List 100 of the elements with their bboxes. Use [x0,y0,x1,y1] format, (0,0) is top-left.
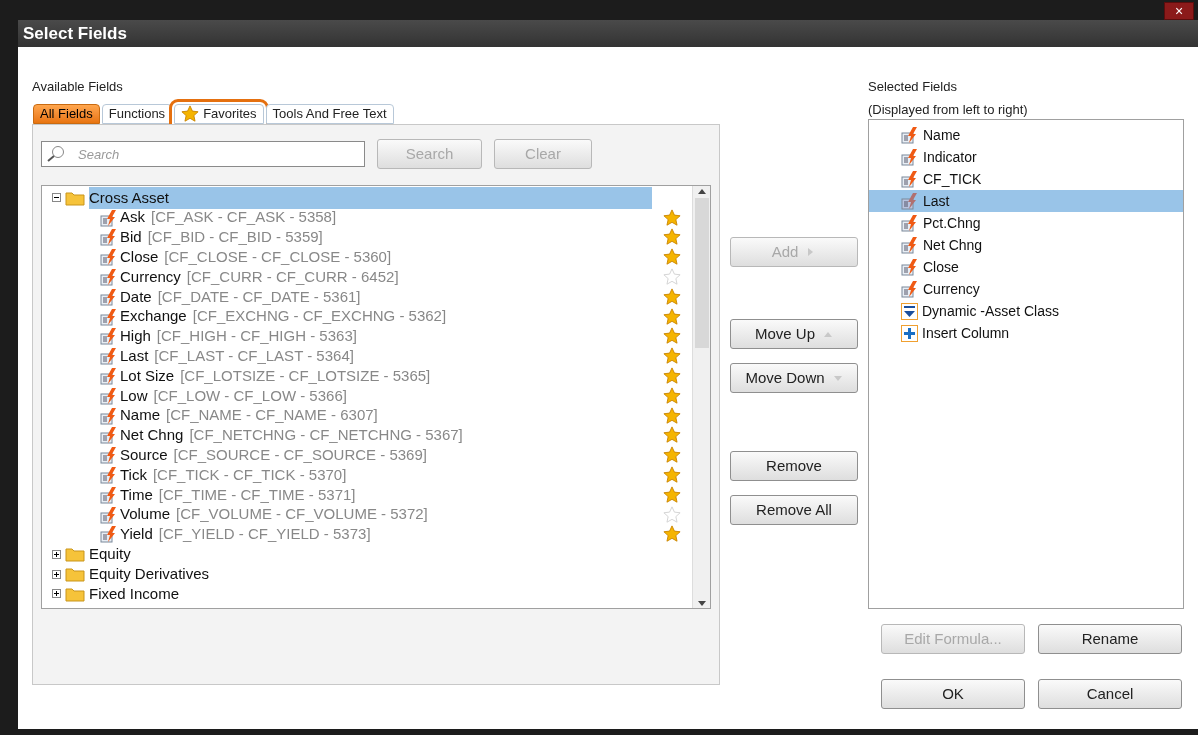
tree-item[interactable]: Bid [120,226,142,249]
field-code: [CF_ASK - CF_ASK - 5358] [151,207,337,228]
scrollbar[interactable] [692,186,710,608]
button[interactable]: Move Down [730,363,858,393]
collapse-icon[interactable] [52,193,61,203]
field-icon [100,268,118,287]
star-icon[interactable] [663,406,681,425]
field-icon [100,386,118,405]
field-icon [100,525,118,544]
button[interactable]: OK [881,679,1025,709]
search-icon [46,145,66,163]
star-icon[interactable] [663,287,681,306]
field-icon [100,505,118,524]
expand-icon[interactable] [52,549,61,559]
star-icon[interactable] [181,105,200,123]
list-item[interactable]: Insert Column [869,322,1183,344]
star-icon[interactable] [663,208,681,227]
list-item[interactable]: CF_TICK [869,168,1183,190]
list-item[interactable]: Name [869,124,1183,146]
field-icon [100,485,118,504]
star-icon[interactable] [663,347,681,366]
field-icon [901,192,919,210]
field-code: [CF_LOTSIZE - CF_LOTSIZE - 5365] [180,365,431,386]
field-icon [100,426,118,445]
expand-icon[interactable] [52,569,61,579]
scroll-down-icon [696,598,707,608]
field-icon [100,367,118,386]
star-icon[interactable] [663,386,681,405]
section-label: Available Fields [32,78,124,96]
field-icon [100,406,118,425]
list-item[interactable]: Close [869,256,1183,278]
star-icon[interactable] [663,446,681,465]
star-icon[interactable] [663,525,681,544]
field-icon [100,307,118,326]
field-icon [901,280,919,298]
field-code: [CF_CURR - CF_CURR - 6452] [186,266,399,287]
field-code: [CF_VOLUME - CF_VOLUME - 5372] [176,504,428,525]
star-icon[interactable] [663,248,681,267]
field-icon [901,148,919,166]
list-item[interactable]: Currency [869,278,1183,300]
list-item[interactable]: Net Chng [869,234,1183,256]
field-code: [CF_SOURCE - CF_SOURCE - 5369] [173,445,427,465]
field-code: [CF_DATE - CF_DATE - 5361] [157,286,361,307]
field-icon [100,208,118,227]
list-item[interactable]: Pct.Chng [869,212,1183,234]
field-icon [100,287,118,306]
tab[interactable]: Tools And Free Text [265,104,394,124]
search-field[interactable]: Search [41,141,365,167]
field-icon [901,126,919,144]
section-sublabel: (Displayed from left to right) [868,101,1029,119]
field-icon [100,347,118,366]
field-code: [CF_HIGH - CF_HIGH - 5363] [156,326,357,347]
star-icon[interactable] [663,485,681,504]
star-icon[interactable] [663,327,681,346]
field-icon [901,236,919,254]
close-button[interactable]: × [1164,2,1194,20]
list-item[interactable]: Last [869,190,1183,212]
field-icon [100,446,118,465]
star-icon[interactable] [663,426,681,445]
field-code: [CF_TIME - CF_TIME - 5371] [158,484,356,505]
field-icon [901,258,919,276]
star-icon[interactable] [663,367,681,386]
field-code: [CF_YIELD - CF_YIELD - 5373] [158,524,371,545]
scroll-thumb[interactable] [694,198,709,348]
button[interactable]: Rename [1038,624,1182,654]
field-code: [CF_TICK - CF_TICK - 5370] [152,464,347,485]
tree-folder[interactable]: Cross Asset [89,186,652,210]
button[interactable]: Move Up [730,319,858,349]
tree-item[interactable]: Net Chng [120,424,184,447]
button[interactable]: Cancel [1038,679,1182,709]
list-item[interactable]: Indicator [869,146,1183,168]
field-icon [100,248,118,267]
field-icon [901,170,919,188]
tree-item[interactable]: Yield [120,523,153,546]
field-code: [CF_EXCHNG - CF_EXCHNG - 5362] [192,306,447,327]
field-icon [901,214,919,232]
arrow-icon [832,373,843,383]
folder-icon [65,566,85,583]
section-label: Selected Fields [868,78,958,96]
star-icon[interactable] [663,228,681,247]
star-icon[interactable] [663,466,681,485]
field-icon [100,327,118,346]
field-code: [CF_NETCHNG - CF_NETCHNG - 5367] [189,425,463,446]
folder-icon [65,189,85,206]
folder-icon [65,585,85,602]
button[interactable]: Remove All [730,495,858,525]
field-code: [CF_NAME - CF_NAME - 6307] [166,405,378,426]
tab[interactable]: All Fields [33,104,100,124]
star-icon[interactable] [663,505,681,524]
field-code: [CF_BID - CF_BID - 5359] [147,227,323,248]
star-icon[interactable] [663,268,681,287]
field-icon [100,466,118,485]
tree-item[interactable]: High [120,325,151,348]
button[interactable]: Remove [730,451,858,481]
dropdown-icon [901,302,918,320]
field-code: [CF_LAST - CF_LAST - 5364] [154,346,354,367]
list-item[interactable]: Dynamic -Asset Class [869,300,1183,322]
star-icon[interactable] [663,307,681,326]
expand-icon[interactable] [52,589,61,599]
window-title: Select Fields [23,22,127,45]
